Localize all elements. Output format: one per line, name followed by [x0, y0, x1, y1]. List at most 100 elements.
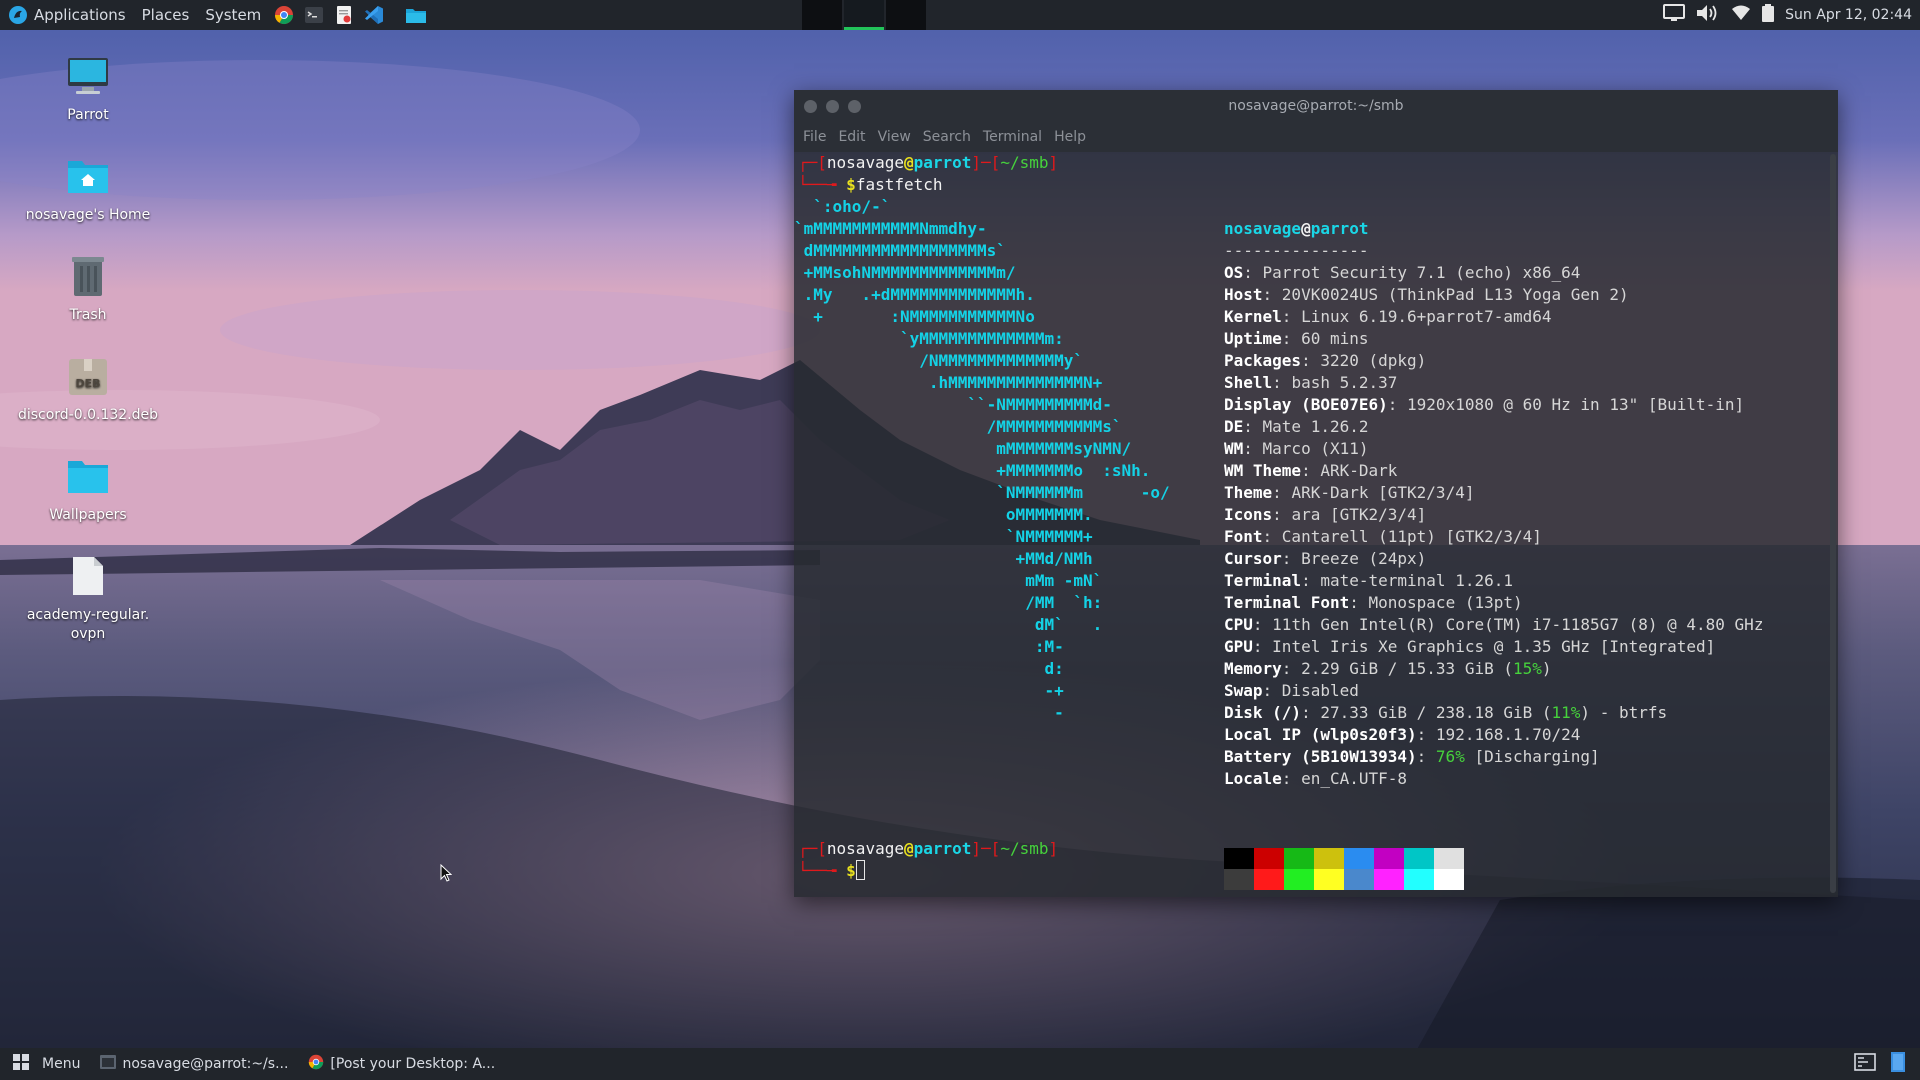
workspace-3[interactable] — [886, 0, 926, 30]
info-key: CPU — [1224, 615, 1253, 634]
palette-swatch — [1224, 848, 1254, 869]
info-line: Memory: 2.29 GiB / 15.33 GiB (15%) — [1224, 659, 1552, 678]
system-menu[interactable]: System — [197, 0, 269, 30]
info-key: Battery (5B10W13934) — [1224, 747, 1417, 766]
applications-menu-label: Applications — [34, 6, 126, 24]
info-value: bash 5.2.37 — [1291, 373, 1398, 392]
logo-line: .hMMMMMMMMMMMMMMN+ — [794, 373, 1103, 392]
palette-swatch — [1374, 848, 1404, 869]
applications-menu[interactable]: Applications — [0, 0, 134, 30]
logo-line: + :NMMMMMMMMMMMNo — [794, 307, 1035, 326]
info-highlight: 15% — [1512, 659, 1542, 678]
info-line: OS: Parrot Security 7.1 (echo) x86_64 — [1224, 263, 1581, 282]
workspace-1[interactable] — [802, 0, 842, 30]
terminal-title: nosavage@parrot:~/smb — [1228, 98, 1404, 114]
taskbar-item-chrome[interactable]: [Post your Desktop: A... — [298, 1048, 505, 1080]
info-value: Parrot Security 7.1 (echo) x86_64 — [1262, 263, 1581, 282]
info-separator: --------------- — [1224, 241, 1369, 260]
palette-swatch — [1344, 869, 1374, 890]
prompt-host: parrot — [913, 839, 972, 858]
terminal-output[interactable]: ┌─[nosavage@parrot]─[~/smb] └──╼ $fastfe… — [794, 152, 1828, 897]
info-value: mate-terminal 1.26.1 — [1320, 571, 1513, 590]
desktop-icon-wallpapers[interactable]: Wallpapers — [13, 452, 163, 525]
info-value: Marco (X11) — [1262, 439, 1369, 458]
vscode-icon[interactable] — [363, 4, 385, 26]
info-line: Local IP (wlp0s20f3): 192.168.1.70/24 — [1224, 725, 1581, 744]
desktop-icon-label: academy-regular. ovpn — [26, 607, 150, 642]
display-icon[interactable] — [1663, 3, 1686, 27]
text-editor-icon[interactable] — [333, 4, 355, 26]
info-key: Terminal — [1224, 571, 1302, 590]
logo-line: `NMMMMMM+ — [794, 527, 1093, 546]
input-line[interactable]: └──╼ $ — [798, 860, 865, 882]
menu-view[interactable]: View — [875, 129, 920, 145]
info-value: Mate 1.26.2 — [1262, 417, 1369, 436]
logo-line: ``-NMMMMMMMMMd- — [794, 395, 1112, 414]
info-line: GPU: Intel Iris Xe Graphics @ 1.35 GHz [… — [1224, 637, 1716, 656]
info-key: WM Theme — [1224, 461, 1302, 480]
logo-line: :M- — [794, 637, 1064, 656]
logo-line: +MMMMMMMo :sNh. — [794, 461, 1151, 480]
logo-line: `yMMMMMMMMMMMMMm: — [794, 329, 1064, 348]
system-menu-label: System — [205, 6, 262, 24]
info-value: 60 mins — [1301, 329, 1369, 348]
desktop-icon-parrot[interactable]: Parrot — [13, 52, 163, 125]
show-desktop-icon[interactable] — [1854, 1052, 1876, 1076]
info-line: Host: 20VK0024US (ThinkPad L13 Yoga Gen … — [1224, 285, 1629, 304]
prompt-user: nosavage — [826, 839, 904, 858]
folder-icon[interactable] — [405, 4, 427, 26]
workspace-2[interactable] — [844, 0, 884, 30]
info-value: Monospace (13pt) — [1368, 593, 1523, 612]
info-key: Shell — [1224, 373, 1273, 392]
system-tray: Sun Apr 12, 02:44 — [1663, 0, 1920, 30]
info-value: 2.29 GiB / 15.33 GiB ( — [1301, 659, 1513, 678]
info-value: Linux 6.19.6+parrot7-amd64 — [1301, 307, 1552, 326]
places-menu[interactable]: Places — [134, 0, 198, 30]
desktop-icon-label: Parrot — [67, 107, 109, 123]
menu-terminal[interactable]: Terminal — [980, 129, 1051, 145]
logo-line: `:oho/-` — [794, 197, 891, 216]
palette-swatch — [1314, 848, 1344, 869]
chrome-icon — [308, 1054, 324, 1074]
prompt-dollar: $ — [846, 861, 856, 880]
info-value: en_CA.UTF-8 — [1301, 769, 1408, 788]
logo-line: `NMMMMMMm -o/ — [794, 483, 1170, 502]
menu-edit[interactable]: Edit — [835, 129, 874, 145]
info-line: Shell: bash 5.2.37 — [1224, 373, 1398, 392]
svg-text:DEB: DEB — [75, 377, 100, 390]
terminal-window[interactable]: nosavage@parrot:~/smb File Edit View Sea… — [794, 90, 1838, 897]
prompt-host: parrot — [913, 153, 972, 172]
menu-file[interactable]: File — [800, 129, 835, 145]
logo-line: - — [794, 703, 1064, 722]
desktop-icon-ovpn[interactable]: academy-regular. ovpn — [13, 552, 163, 644]
wifi-icon[interactable] — [1731, 4, 1751, 26]
menu-search[interactable]: Search — [920, 129, 980, 145]
menu-button[interactable]: Menu — [0, 1048, 90, 1080]
info-key: Host — [1224, 285, 1263, 304]
info-key: Locale — [1224, 769, 1282, 788]
info-key: Disk (/) — [1224, 703, 1302, 722]
info-value: 1920x1080 @ 60 Hz in 13" [Built-in] — [1407, 395, 1745, 414]
volume-icon[interactable] — [1695, 2, 1721, 28]
info-value: Intel Iris Xe Graphics @ 1.35 GHz [Integ… — [1272, 637, 1716, 656]
workspace-indicator-icon[interactable] — [1890, 1051, 1906, 1077]
info-value: 27.33 GiB / 238.18 GiB ( — [1320, 703, 1552, 722]
prompt-line: ┌─[nosavage@parrot]─[~/smb] — [798, 839, 1059, 858]
desktop-icon-label: Wallpapers — [49, 507, 127, 523]
battery-icon[interactable] — [1761, 3, 1775, 27]
info-line: Locale: en_CA.UTF-8 — [1224, 769, 1408, 788]
palette-swatch — [1224, 869, 1254, 890]
info-line: Disk (/): 27.33 GiB / 238.18 GiB (11%) -… — [1224, 703, 1668, 722]
info-highlight: 11% — [1551, 703, 1581, 722]
menu-help[interactable]: Help — [1051, 129, 1095, 145]
info-key: DE — [1224, 417, 1244, 436]
clock[interactable]: Sun Apr 12, 02:44 — [1785, 7, 1912, 23]
terminal-scrollbar[interactable] — [1830, 154, 1836, 893]
desktop-icon-home[interactable]: nosavage's Home — [13, 152, 163, 225]
terminal-icon[interactable] — [303, 4, 325, 26]
desktop-icon-discord-deb[interactable]: DEB discord-0.0.132.deb — [13, 352, 163, 425]
taskbar-item-terminal[interactable]: nosavage@parrot:~/s... — [90, 1048, 298, 1080]
terminal-titlebar[interactable]: nosavage@parrot:~/smb — [794, 90, 1838, 122]
chrome-icon[interactable] — [273, 4, 295, 26]
desktop-icon-trash[interactable]: Trash — [13, 252, 163, 325]
